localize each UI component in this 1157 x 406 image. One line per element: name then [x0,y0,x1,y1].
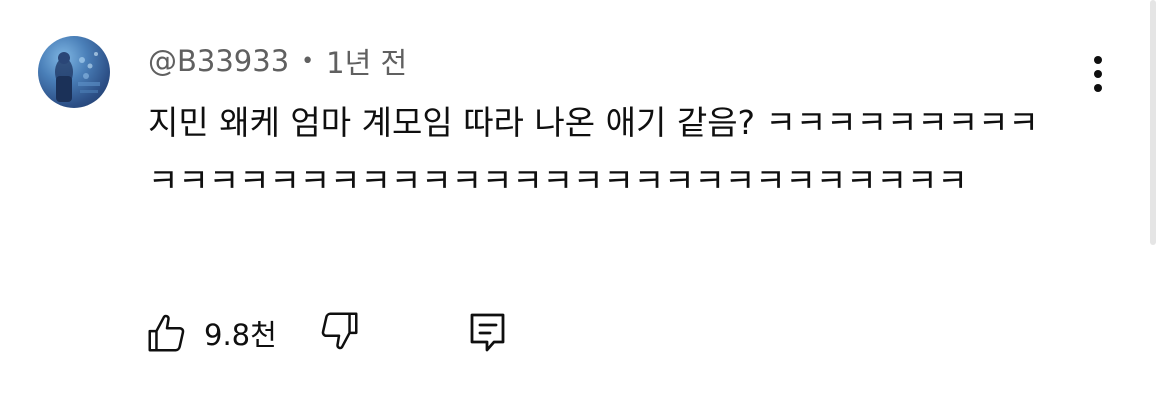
separator-dot: • [301,48,315,74]
comment-reply-icon [470,313,505,352]
avatar-image [55,52,100,102]
more-vert-icon [1094,56,1102,92]
comment-header: @B33933 • 1년 전 [148,38,407,84]
thumbs-down-icon [321,312,358,350]
comment-actions: 9.8천 [144,308,544,358]
author-name[interactable]: @B33933 [148,44,289,78]
scrollbar[interactable] [1148,0,1157,250]
like-button[interactable]: 9.8천 [144,308,277,358]
reply-button[interactable] [464,308,514,358]
comment-timestamp[interactable]: 1년 전 [326,40,407,82]
comment-text: 지민 왜케 엄마 계모임 따라 나온 애기 같음? ㅋㅋㅋㅋㅋㅋㅋㅋㅋㅋㅋㅋㅋㅋ… [148,103,1039,200]
more-button[interactable] [1082,50,1114,98]
scrollbar-thumb [1150,0,1156,245]
dislike-button[interactable] [316,308,366,358]
thumbs-up-icon [148,314,185,352]
comment-thread: @B33933 • 1년 전 지민 왜케 엄마 계모임 따라 나온 애기 같음?… [0,0,1157,406]
avatar[interactable] [38,36,110,108]
like-count: 9.8천 [204,318,277,352]
